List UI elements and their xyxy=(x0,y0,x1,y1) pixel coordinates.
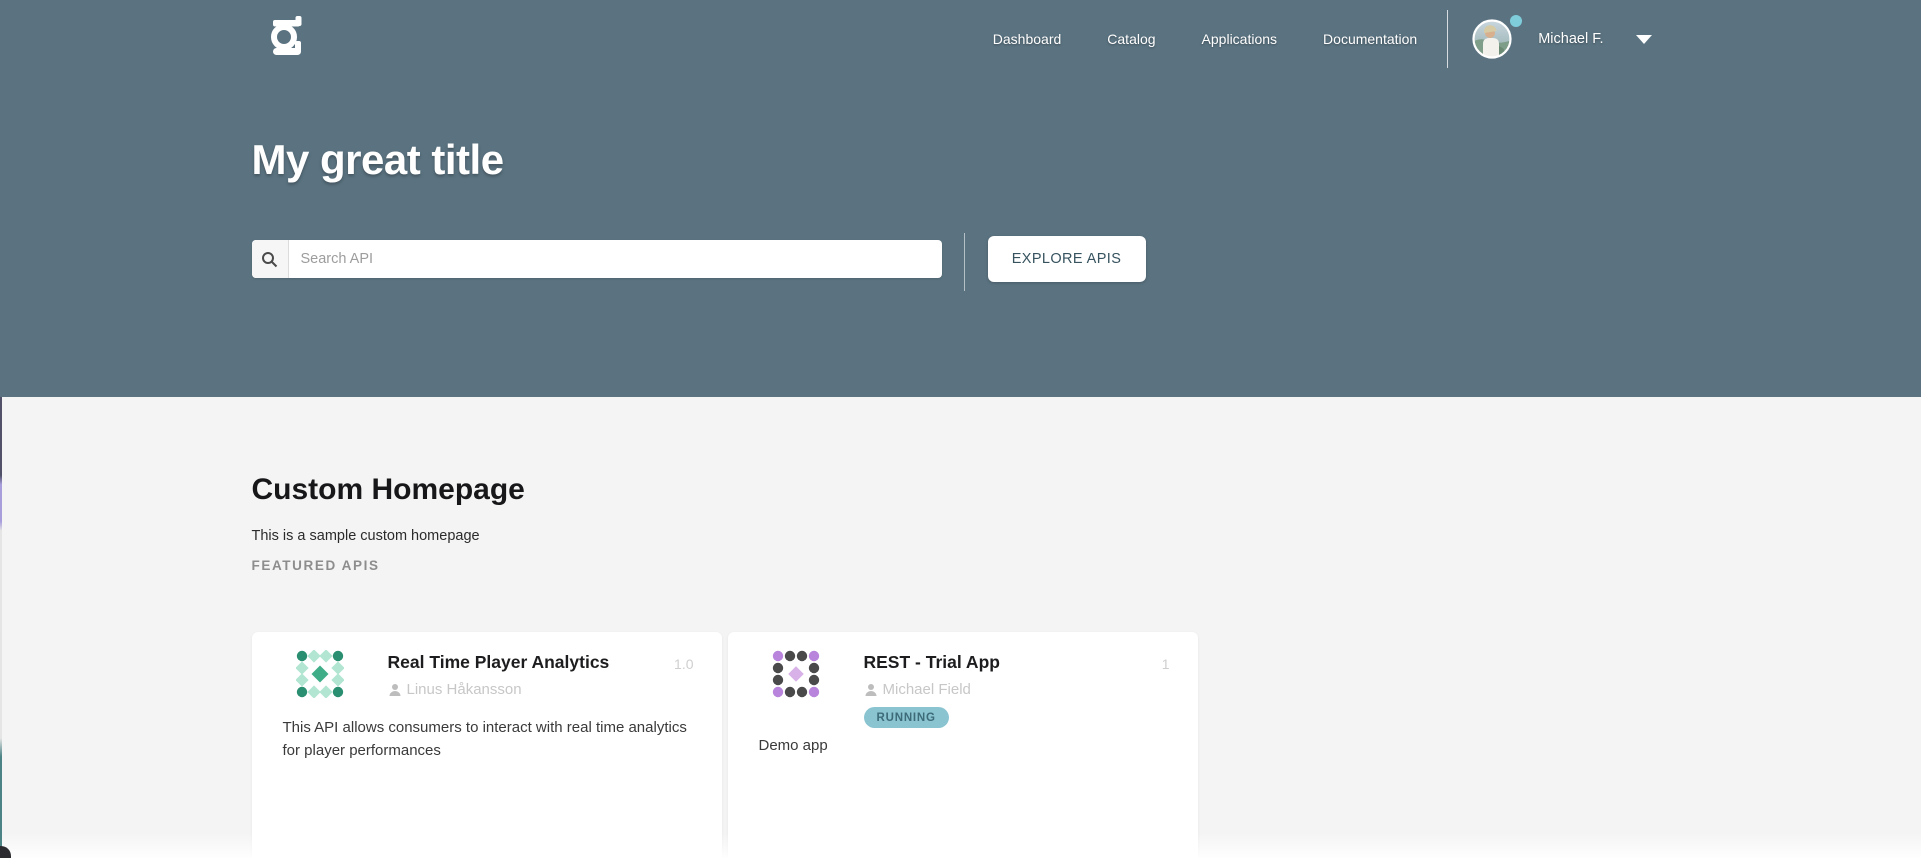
card-owner: Linus Håkansson xyxy=(407,681,522,698)
explore-apis-button[interactable]: EXPLORE APIS xyxy=(988,236,1146,282)
card-title: Real Time Player Analytics xyxy=(388,652,662,673)
window-edge-artifact xyxy=(0,397,2,858)
nav-divider xyxy=(1447,10,1448,68)
card-version: 1.0 xyxy=(674,656,693,672)
user-menu[interactable]: Michael F. xyxy=(1472,19,1651,59)
page-title: My great title xyxy=(252,136,504,184)
app-card-rest-trial-app[interactable]: REST - Trial App Michael Field RUNNING 1… xyxy=(728,632,1198,858)
bottom-fade xyxy=(0,832,1921,858)
search-row: EXPLORE APIS xyxy=(252,240,1670,286)
chevron-down-icon xyxy=(1636,35,1652,44)
card-title: REST - Trial App xyxy=(864,652,1138,673)
section-heading: Custom Homepage xyxy=(252,473,525,507)
top-navigation-bar: Dashboard Catalog Applications Documenta… xyxy=(252,0,1670,78)
nav-item-dashboard[interactable]: Dashboard xyxy=(993,31,1062,47)
card-description: This API allows consumers to interact wi… xyxy=(283,716,691,762)
card-owner: Michael Field xyxy=(883,681,971,698)
search-input[interactable] xyxy=(289,240,942,278)
api-dots-green-icon xyxy=(296,650,344,698)
online-status-dot xyxy=(1510,15,1522,27)
person-icon xyxy=(864,683,878,697)
search-box xyxy=(252,240,942,278)
nav-item-catalog[interactable]: Catalog xyxy=(1107,31,1155,47)
section-subheading: This is a sample custom homepage xyxy=(252,528,480,544)
primary-nav: Dashboard Catalog Applications Documenta… xyxy=(947,0,1652,78)
app-dots-purple-icon xyxy=(772,650,820,698)
status-badge-running: RUNNING xyxy=(864,707,949,728)
card-version: 1 xyxy=(1162,656,1170,672)
nav-item-applications[interactable]: Applications xyxy=(1202,31,1278,47)
hero-section: Dashboard Catalog Applications Documenta… xyxy=(0,0,1921,397)
g-logo-icon[interactable] xyxy=(270,11,304,61)
card-description: Demo app xyxy=(759,734,1167,757)
featured-apis-label: FEATURED APIS xyxy=(252,558,380,573)
user-name: Michael F. xyxy=(1538,31,1603,47)
nav-item-documentation[interactable]: Documentation xyxy=(1323,31,1417,47)
api-card-real-time-player-analytics[interactable]: Real Time Player Analytics Linus Håkanss… xyxy=(252,632,722,858)
avatar xyxy=(1472,19,1512,59)
person-icon xyxy=(388,683,402,697)
custom-homepage-section: Custom Homepage This is a sample custom … xyxy=(0,397,1921,858)
featured-cards: Real Time Player Analytics Linus Håkanss… xyxy=(252,632,1198,858)
search-icon xyxy=(252,240,289,278)
search-button-divider xyxy=(964,233,966,291)
